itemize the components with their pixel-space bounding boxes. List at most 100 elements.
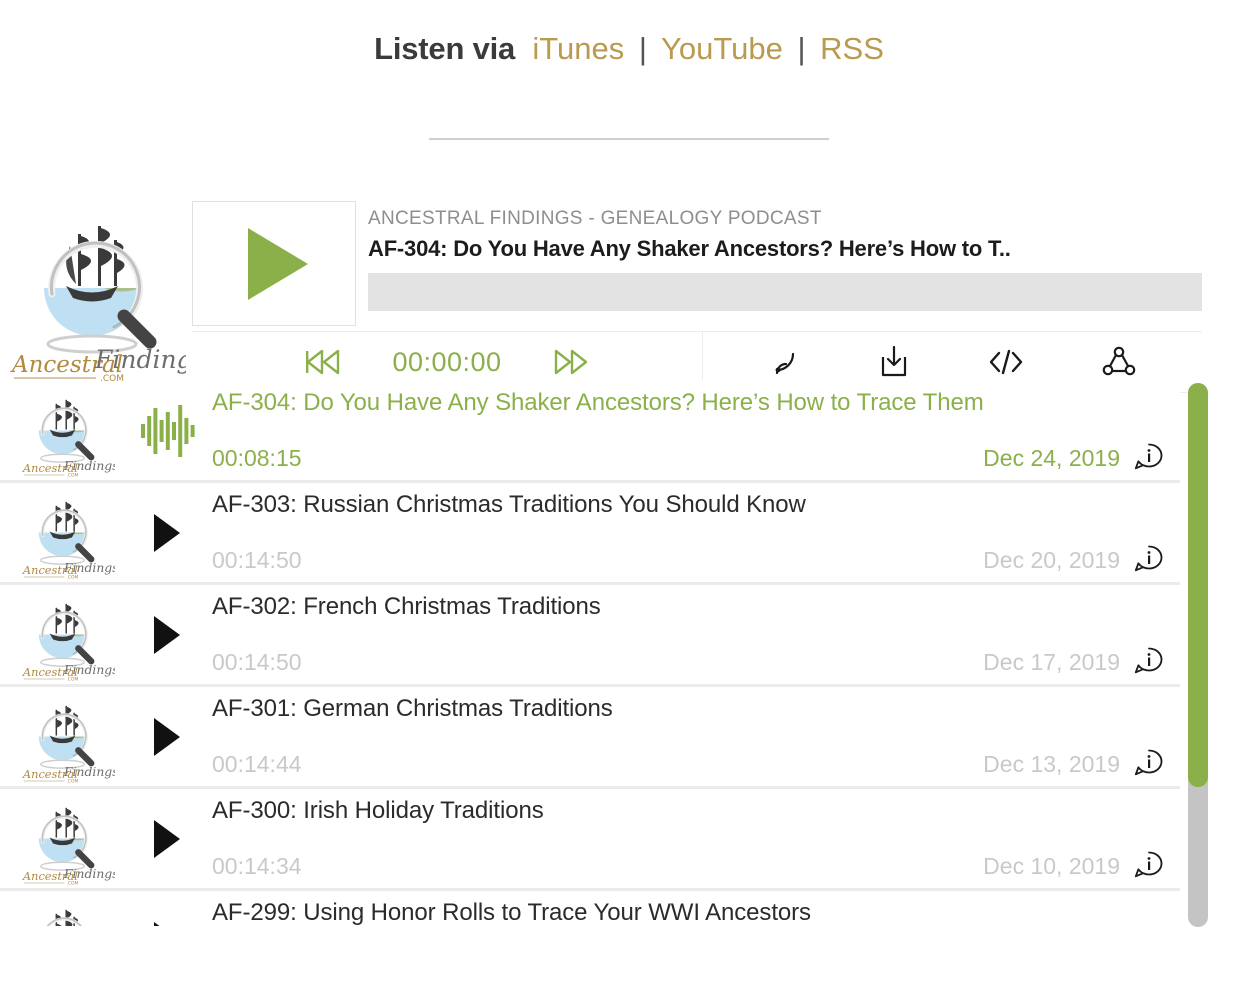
ancestral-findings-thumb-icon: Ancestral Findings .COM <box>45 909 83 926</box>
row-play-control[interactable] <box>122 789 212 888</box>
playlist-row-3[interactable]: Ancestral Findings .COM AF-301: German C… <box>0 687 1180 789</box>
player-metadata: ANCESTRAL FINDINGS - GENEALOGY PODCAST A… <box>356 196 1202 331</box>
episode-title[interactable]: AF-303: Russian Christmas Traditions You… <box>212 483 1164 519</box>
info-bubble-icon <box>1134 647 1163 674</box>
playlist-rows: Ancestral Findings .COM AF-304: Do You H… <box>0 381 1180 926</box>
episode-duration: 00:08:15 <box>212 444 302 471</box>
row-meta: 00:14:50 Dec 20, 2019 <box>212 544 1164 576</box>
info-bubble-icon <box>1134 545 1163 572</box>
header-separator-2: | <box>797 31 806 66</box>
ancestral-findings-thumb-icon: Ancestral Findings .COM <box>22 501 115 579</box>
row-play-icon <box>154 513 180 552</box>
row-date-group: Dec 13, 2019 <box>983 748 1164 780</box>
row-date-group: Dec 24, 2019 <box>983 442 1164 474</box>
episode-thumbnail: Ancestral Findings .COM <box>0 687 122 786</box>
play-button[interactable] <box>192 201 356 326</box>
episode-info-button[interactable] <box>1134 544 1164 576</box>
episode-date: Dec 10, 2019 <box>983 852 1120 879</box>
episode-info-button[interactable] <box>1134 646 1164 678</box>
episode-info-button[interactable] <box>1134 748 1164 780</box>
row-play-icon <box>154 717 180 756</box>
episode-thumbnail: Ancestral Findings .COM <box>0 381 122 480</box>
episode-info-button[interactable] <box>1134 442 1164 474</box>
svg-text:Findings: Findings <box>63 561 115 575</box>
row-play-icon <box>154 819 180 858</box>
episode-title[interactable]: AF-302: French Christmas Traditions <box>212 585 1164 621</box>
playlist-row-0[interactable]: Ancestral Findings .COM AF-304: Do You H… <box>0 381 1180 483</box>
share-icon <box>1102 346 1135 376</box>
divider <box>0 69 1258 145</box>
rewind-icon <box>306 349 340 375</box>
playlist-row-4[interactable]: Ancestral Findings .COM AF-300: Irish Ho… <box>0 789 1180 891</box>
svg-text:.COM: .COM <box>66 574 78 578</box>
ancestral-findings-thumb-icon: Ancestral Findings .COM <box>22 807 115 885</box>
episode-title[interactable]: AF-301: German Christmas Traditions <box>212 687 1164 723</box>
row-date-group: Dec 20, 2019 <box>983 544 1164 576</box>
show-name: ANCESTRAL FINDINGS - GENEALOGY PODCAST <box>368 208 822 229</box>
row-play-icon <box>154 615 180 654</box>
row-meta: 00:14:34 Dec 10, 2019 <box>212 850 1164 882</box>
row-meta: 00:08:15 Dec 24, 2019 <box>212 442 1164 474</box>
svg-text:.COM: .COM <box>66 472 78 476</box>
ancestral-findings-logo-icon: Ancestral Findings .COM <box>10 226 186 382</box>
episode-date: Dec 17, 2019 <box>983 648 1120 675</box>
playlist-row-2[interactable]: Ancestral Findings .COM AF-302: French C… <box>0 585 1180 687</box>
episode-title[interactable]: AF-299: Using Honor Rolls to Trace Your … <box>212 891 1164 926</box>
row-body: AF-301: German Christmas Traditions 00:1… <box>212 687 1180 786</box>
episode-duration: 00:14:50 <box>212 648 302 675</box>
scrollbar-thumb[interactable] <box>1188 383 1208 787</box>
playlist-scrollbar[interactable] <box>1188 383 1208 927</box>
row-date-group: Dec 10, 2019 <box>983 850 1164 882</box>
episode-duration: 00:14:50 <box>212 546 302 573</box>
seek-bar[interactable] <box>368 273 1202 311</box>
svg-text:.COM: .COM <box>66 778 78 782</box>
row-play-icon <box>154 921 180 926</box>
ancestral-findings-thumb-icon: Ancestral Findings .COM <box>22 603 115 681</box>
itunes-link[interactable]: iTunes <box>532 31 624 66</box>
row-body: AF-300: Irish Holiday Traditions 00:14:3… <box>212 789 1180 888</box>
row-play-control[interactable] <box>122 687 212 786</box>
playlist-row-1[interactable]: Ancestral Findings .COM AF-303: Russian … <box>0 483 1180 585</box>
row-play-control[interactable] <box>122 483 212 582</box>
svg-text:.COM: .COM <box>66 880 78 884</box>
fast-forward-icon <box>554 349 587 375</box>
fast-forward-button[interactable] <box>550 347 592 377</box>
row-body: AF-302: French Christmas Traditions 00:1… <box>212 585 1180 684</box>
episode-thumbnail: Ancestral Findings .COM <box>0 483 122 582</box>
row-meta: 00:14:50 Dec 17, 2019 <box>212 646 1164 678</box>
share-button[interactable] <box>1101 345 1137 379</box>
playlist-row-5[interactable]: Ancestral Findings .COM AF-299: Using Ho… <box>0 891 1180 926</box>
episode-date: Dec 13, 2019 <box>983 750 1120 777</box>
row-play-control[interactable] <box>122 585 212 684</box>
episode-date: Dec 24, 2019 <box>983 444 1120 471</box>
waveform-icon <box>141 404 195 457</box>
row-now-playing-indicator[interactable] <box>122 381 212 480</box>
header-separator-1: | <box>638 31 647 66</box>
rss-feed-icon <box>775 352 795 375</box>
episode-thumbnail: Ancestral Findings .COM <box>0 585 122 684</box>
episode-duration: 00:14:44 <box>212 750 302 777</box>
svg-text:Findings: Findings <box>63 459 115 473</box>
svg-text:Findings: Findings <box>63 867 115 881</box>
download-button[interactable] <box>877 344 911 380</box>
info-bubble-icon <box>1134 749 1163 776</box>
ancestral-findings-thumb-icon: Ancestral Findings .COM <box>22 705 115 783</box>
embed-code-button[interactable] <box>986 347 1026 377</box>
youtube-link[interactable]: YouTube <box>661 31 783 66</box>
episode-date: Dec 20, 2019 <box>983 546 1120 573</box>
rewind-button[interactable] <box>302 347 344 377</box>
listen-via-label: Listen via <box>374 31 516 66</box>
row-play-control[interactable] <box>122 891 212 926</box>
download-icon <box>882 345 907 377</box>
embed-code-icon <box>989 349 1023 375</box>
episode-info-button[interactable] <box>1134 850 1164 882</box>
episode-duration: 00:14:34 <box>212 852 302 879</box>
svg-text:.COM: .COM <box>66 676 78 680</box>
episode-title[interactable]: AF-300: Irish Holiday Traditions <box>212 789 1164 825</box>
current-time: 00:00:00 <box>392 346 502 377</box>
rss-link[interactable]: RSS <box>820 31 884 66</box>
episode-playlist[interactable]: Ancestral Findings .COM AF-304: Do You H… <box>0 381 1202 926</box>
rss-feed-button[interactable] <box>768 345 802 379</box>
episode-title[interactable]: AF-304: Do You Have Any Shaker Ancestors… <box>212 381 1164 417</box>
play-icon <box>248 227 308 300</box>
